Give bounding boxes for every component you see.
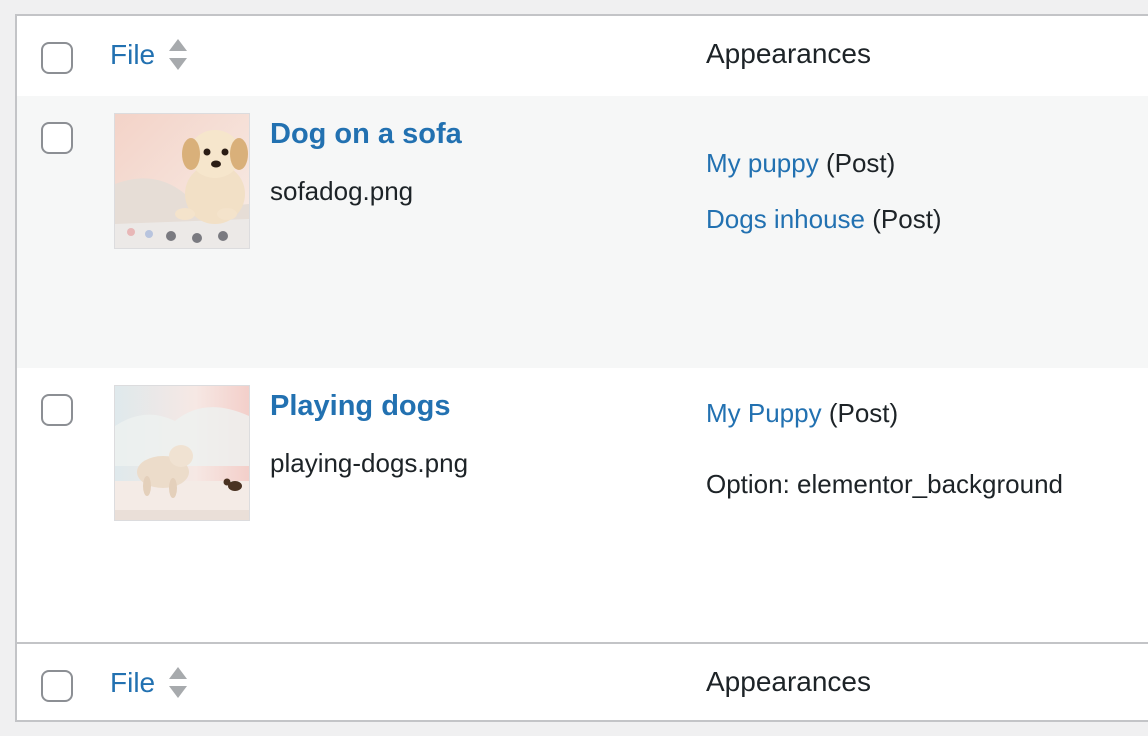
row-checkbox[interactable] — [41, 394, 73, 426]
media-title-link[interactable]: Playing dogs — [270, 390, 450, 423]
appearance-type: (Post) — [825, 148, 896, 178]
table-footer: File Appearances — [17, 642, 1148, 724]
media-filename: playing-dogs.png — [270, 448, 469, 478]
table-row: Dog on a sofa sofadog.png My puppy (Post… — [17, 96, 1148, 368]
appearance-item: My Puppy (Post) — [706, 398, 898, 429]
thumbnail-image[interactable] — [114, 113, 250, 249]
appearance-type: (Post) — [872, 204, 942, 234]
file-column-label[interactable]: File — [110, 39, 155, 71]
appearance-option-text: Option: elementor_background — [706, 469, 1064, 499]
table-header: File Appearances — [17, 16, 1148, 98]
media-title-link[interactable]: Dog on a sofa — [270, 118, 462, 151]
appearances-column-header: Appearances — [706, 666, 872, 697]
select-all-checkbox[interactable] — [41, 42, 73, 74]
appearance-type: (Post) — [828, 398, 899, 428]
select-all-checkbox[interactable] — [41, 670, 73, 702]
thumbnail-image[interactable] — [114, 385, 250, 521]
media-table: File Appearances Dog on a sofa sofadog.p… — [15, 14, 1148, 722]
sort-arrows-icon[interactable] — [169, 38, 188, 72]
media-filename: sofadog.png — [270, 176, 414, 206]
table-row: Playing dogs playing-dogs.png My Puppy (… — [17, 368, 1148, 642]
appearances-column-header: Appearances — [706, 38, 872, 69]
appearance-post-link[interactable]: My Puppy — [706, 398, 822, 428]
appearance-post-link[interactable]: My puppy — [706, 148, 819, 178]
file-column-header[interactable]: File — [110, 666, 188, 700]
sort-arrows-icon[interactable] — [169, 666, 188, 700]
appearance-item: My puppy (Post) — [706, 148, 895, 179]
file-column-header[interactable]: File — [110, 38, 188, 72]
file-column-label[interactable]: File — [110, 667, 155, 699]
appearance-item: Dogs inhouse (Post) — [706, 204, 942, 235]
row-checkbox[interactable] — [41, 122, 73, 154]
appearance-post-link[interactable]: Dogs inhouse — [706, 204, 865, 234]
